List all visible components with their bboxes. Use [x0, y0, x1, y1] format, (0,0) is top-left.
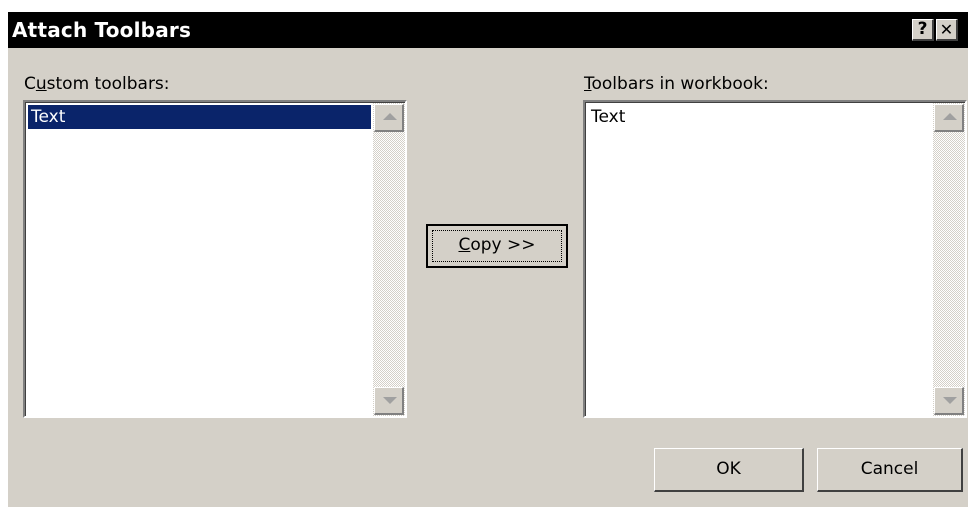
- help-icon: ?: [917, 19, 928, 39]
- help-button[interactable]: ?: [912, 19, 934, 41]
- custom-toolbars-listbox[interactable]: Text: [23, 100, 407, 418]
- scroll-down-button[interactable]: [374, 387, 404, 415]
- custom-toolbars-scrollbar[interactable]: [373, 103, 405, 416]
- arrow-down-icon: [943, 397, 957, 404]
- ok-button[interactable]: OK: [654, 448, 804, 492]
- dialog-title: Attach Toolbars: [12, 18, 192, 42]
- arrow-up-icon: [383, 113, 397, 120]
- cancel-button[interactable]: Cancel: [817, 448, 963, 492]
- attach-toolbars-dialog: Attach Toolbars ? ✕ Custom toolbars: Tex…: [8, 12, 968, 507]
- scroll-up-button[interactable]: [374, 104, 404, 132]
- custom-toolbars-label: Custom toolbars:: [24, 74, 170, 94]
- list-item[interactable]: Text: [588, 105, 931, 129]
- scroll-down-button[interactable]: [934, 387, 964, 415]
- workbook-toolbars-listbox[interactable]: Text: [583, 100, 967, 418]
- copy-button[interactable]: Copy >>: [426, 224, 568, 268]
- close-button[interactable]: ✕: [936, 19, 958, 41]
- list-item[interactable]: Text: [28, 105, 371, 129]
- arrow-up-icon: [943, 113, 957, 120]
- scroll-up-button[interactable]: [934, 104, 964, 132]
- title-bar[interactable]: Attach Toolbars ? ✕: [8, 12, 968, 48]
- workbook-toolbars-scrollbar[interactable]: [933, 103, 965, 416]
- workbook-toolbars-label: Toolbars in workbook:: [584, 74, 769, 94]
- close-icon: ✕: [939, 20, 954, 39]
- arrow-down-icon: [383, 397, 397, 404]
